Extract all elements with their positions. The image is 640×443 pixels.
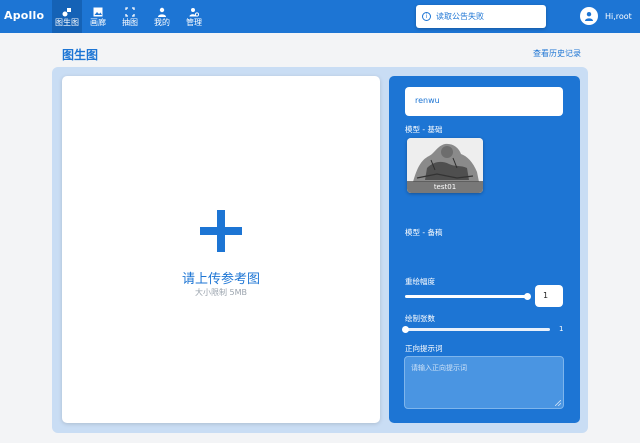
user-menu[interactable]: Hi,root [580,7,632,25]
user-greeting[interactable]: Hi,root [605,12,632,21]
reference-image-upload[interactable]: 请上传参考图 大小限制 5MB [62,76,380,423]
model-card-name: test01 [407,181,483,193]
nav-label: 画廊 [90,17,106,27]
nav-item-crop[interactable]: 抽图 [114,0,146,33]
nav-item-image-to-image[interactable]: 图生图 [52,0,82,33]
manage-icon [189,7,199,17]
redraw-slider-track[interactable] [405,295,527,298]
announcement-text: 读取公告失败 [436,12,484,21]
positive-prompt-textarea[interactable]: 请输入正向提示词 [404,356,564,409]
nav-label: 图生图 [55,17,79,27]
crop-icon [125,6,135,17]
redraw-slider-handle[interactable] [524,293,531,300]
gallery-icon [93,7,103,16]
nav-label: 抽图 [122,17,138,27]
plus-icon [200,210,242,252]
count-slider-handle[interactable] [402,326,409,333]
upload-size-limit: 大小限制 5MB [194,288,248,297]
upload-title: 请上传参考图 [181,272,260,287]
page-title: 图生图 [62,48,99,62]
avatar-icon[interactable] [580,7,598,25]
info-icon: i [422,12,431,21]
nav-item-gallery[interactable]: 画廊 [82,0,114,33]
name-input[interactable]: renwu [405,87,563,116]
positive-prompt-label: 正向提示词 [405,344,443,353]
nav-item-manage[interactable]: 管理 [178,0,210,33]
count-value: 1 [559,325,564,333]
settings-panel: renwu 模型 - 基础 test01 模型 - 备稿 重绘幅度 1 绘制张数… [389,76,580,423]
positive-prompt-placeholder: 请输入正向提示词 [411,364,467,372]
model-base-label: 模型 - 基础 [405,125,443,134]
model-alt-label: 模型 - 备稿 [405,228,443,237]
resize-handle-icon[interactable] [555,400,561,406]
top-bar: Apollo 图生图 画廊 抽图 我的 管理 i 读取公告失败 Hi,root [0,0,640,33]
user-icon [158,7,166,17]
count-label: 绘制张数 [405,314,435,323]
main-nav: 图生图 画廊 抽图 我的 管理 [52,0,210,33]
announcement-toast: i 读取公告失败 [416,5,546,28]
model-card-test01[interactable]: test01 [407,138,483,193]
brand-logo[interactable]: Apollo [4,9,44,22]
view-history-link[interactable]: 查看历史记录 [533,48,581,59]
nav-label: 我的 [154,17,170,27]
nav-label: 管理 [186,17,202,27]
redraw-value-input[interactable]: 1 [535,285,563,307]
image-to-image-icon [62,7,71,16]
count-slider-track[interactable] [405,328,550,331]
redraw-label: 重绘幅度 [405,277,435,286]
nav-item-mine[interactable]: 我的 [146,0,178,33]
